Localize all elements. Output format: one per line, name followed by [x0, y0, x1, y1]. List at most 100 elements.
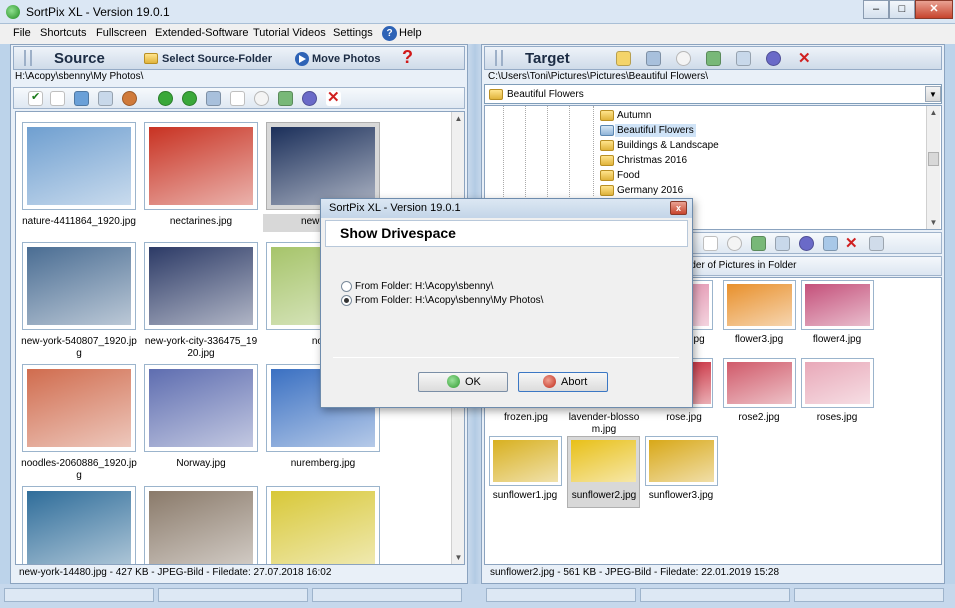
check-icon [447, 375, 460, 388]
menu-shortcuts[interactable]: Shortcuts [40, 27, 86, 39]
document-icon[interactable] [230, 91, 245, 106]
tree-item[interactable]: Food [617, 170, 640, 181]
thumbnail[interactable] [22, 364, 136, 452]
screen-icon[interactable] [736, 51, 751, 66]
ok-button[interactable]: OK [418, 372, 508, 392]
sort-icon[interactable] [74, 91, 89, 106]
tree-item[interactable]: Autumn [617, 110, 651, 121]
chevron-down-icon[interactable]: ▼ [925, 86, 941, 102]
thumbnail-caption: rose2.jpg [738, 412, 780, 423]
abort-button[interactable]: Abort [518, 372, 608, 392]
status-segment [486, 588, 636, 602]
thumbnail-caption: roses.jpg [816, 412, 858, 423]
export-icon[interactable] [751, 236, 766, 251]
minimize-button[interactable]: – [863, 0, 889, 19]
scroll-thumb[interactable] [928, 152, 939, 166]
thumbnail-image [149, 491, 253, 564]
checkbox-empty-icon[interactable] [50, 91, 65, 106]
thumbnail[interactable] [144, 486, 258, 564]
rotate-left-icon[interactable] [158, 91, 173, 106]
folder-icon [600, 170, 614, 181]
menu-fullscreen[interactable]: Fullscreen [96, 27, 147, 39]
search-icon[interactable] [727, 236, 742, 251]
radio-button-selected[interactable] [341, 295, 352, 306]
menu-file[interactable]: File [13, 27, 31, 39]
thumbnail-image [727, 362, 792, 404]
thumbnail[interactable] [144, 122, 258, 210]
option-label: From Folder: H:\Acopy\sbenny\ [355, 281, 494, 292]
tree-item-selected[interactable]: Beautiful Flowers [615, 124, 696, 137]
thumbnail[interactable] [801, 280, 874, 330]
delete-icon[interactable]: ✕ [326, 89, 341, 106]
help-icon[interactable]: ? [382, 26, 397, 41]
tree-item[interactable]: Christmas 2016 [617, 155, 687, 166]
arrow-right-icon [295, 52, 309, 66]
scroll-up-icon[interactable]: ▲ [927, 106, 940, 119]
status-segment [640, 588, 790, 602]
export-icon[interactable] [706, 51, 721, 66]
thumbnail-caption: frozen.jpg [504, 412, 548, 423]
menu-extended-software[interactable]: Extended-Software [155, 27, 249, 39]
rename-icon[interactable] [206, 91, 221, 106]
new-folder-icon[interactable] [616, 51, 631, 66]
thumbnail-image [727, 284, 792, 326]
menu-help[interactable]: Help [399, 27, 422, 39]
thumbnail-image [27, 491, 131, 564]
tree-item[interactable]: Buildings & Landscape [617, 140, 719, 151]
radio-button[interactable] [341, 281, 352, 292]
question-icon[interactable]: ? [402, 47, 413, 68]
order-of-pictures-button[interactable]: rder of Pictures in Folder [682, 256, 942, 276]
export-icon[interactable] [278, 91, 293, 106]
thumbnail[interactable] [144, 242, 258, 330]
zoom-icon[interactable] [869, 236, 884, 251]
palette-icon[interactable] [122, 91, 137, 106]
dialog-title: SortPix XL - Version 19.0.1 [321, 199, 692, 218]
thumbnail[interactable] [144, 364, 258, 452]
refresh-icon[interactable] [766, 51, 781, 66]
thumbnail-image [805, 362, 870, 404]
menu-tutorial-videos[interactable]: Tutorial Videos [253, 27, 326, 39]
maximize-button[interactable]: □ [889, 0, 915, 19]
checkbox-checked-icon[interactable]: ✔ [28, 91, 43, 106]
select-source-folder-button[interactable]: Select Source-Folder [162, 53, 272, 65]
refresh-icon[interactable] [302, 91, 317, 106]
thumbnail[interactable] [723, 358, 796, 408]
close-button[interactable]: ✕ [915, 0, 953, 19]
thumbnail[interactable] [22, 486, 136, 564]
thumbnail[interactable] [489, 436, 562, 486]
thumbnail[interactable] [645, 436, 718, 486]
rename-icon[interactable] [646, 51, 661, 66]
thumbnail[interactable] [22, 122, 136, 210]
delete-icon[interactable]: ✕ [798, 49, 811, 67]
document-icon[interactable] [703, 236, 718, 251]
refresh-icon[interactable] [799, 236, 814, 251]
move-photos-button[interactable]: Move Photos [312, 53, 380, 65]
menu-settings[interactable]: Settings [333, 27, 373, 39]
rotate-right-icon[interactable] [182, 91, 197, 106]
tree-item[interactable]: Germany 2016 [617, 185, 683, 196]
thumbnail[interactable] [22, 242, 136, 330]
source-toolbar: ✔ ✕ [13, 87, 465, 109]
thumbnail-selected[interactable] [266, 122, 380, 210]
slideshow-icon[interactable] [823, 236, 838, 251]
screen-icon[interactable] [775, 236, 790, 251]
folder-icon [600, 140, 614, 151]
thumbnail-image [271, 491, 375, 564]
tree-scrollbar[interactable]: ▲ ▼ [926, 106, 940, 229]
folder-icon [489, 89, 503, 100]
folder-dropdown[interactable]: Beautiful Flowers ▼ [484, 84, 942, 104]
scroll-up-icon[interactable]: ▲ [452, 112, 464, 125]
thumbnail-image [805, 284, 870, 326]
dialog-close-button[interactable]: x [670, 201, 687, 215]
search-icon[interactable] [676, 51, 691, 66]
grid-view-icon[interactable] [98, 91, 113, 106]
thumbnail[interactable] [801, 358, 874, 408]
delete-icon[interactable]: ✕ [845, 234, 858, 252]
scroll-down-icon[interactable]: ▼ [452, 551, 464, 564]
thumbnail-image [571, 440, 636, 482]
search-icon[interactable] [254, 91, 269, 106]
thumbnail[interactable] [266, 486, 380, 564]
thumbnail[interactable] [723, 280, 796, 330]
thumbnail-caption: noodles-2060886_1920.jp g [21, 458, 137, 481]
scroll-down-icon[interactable]: ▼ [927, 216, 940, 229]
